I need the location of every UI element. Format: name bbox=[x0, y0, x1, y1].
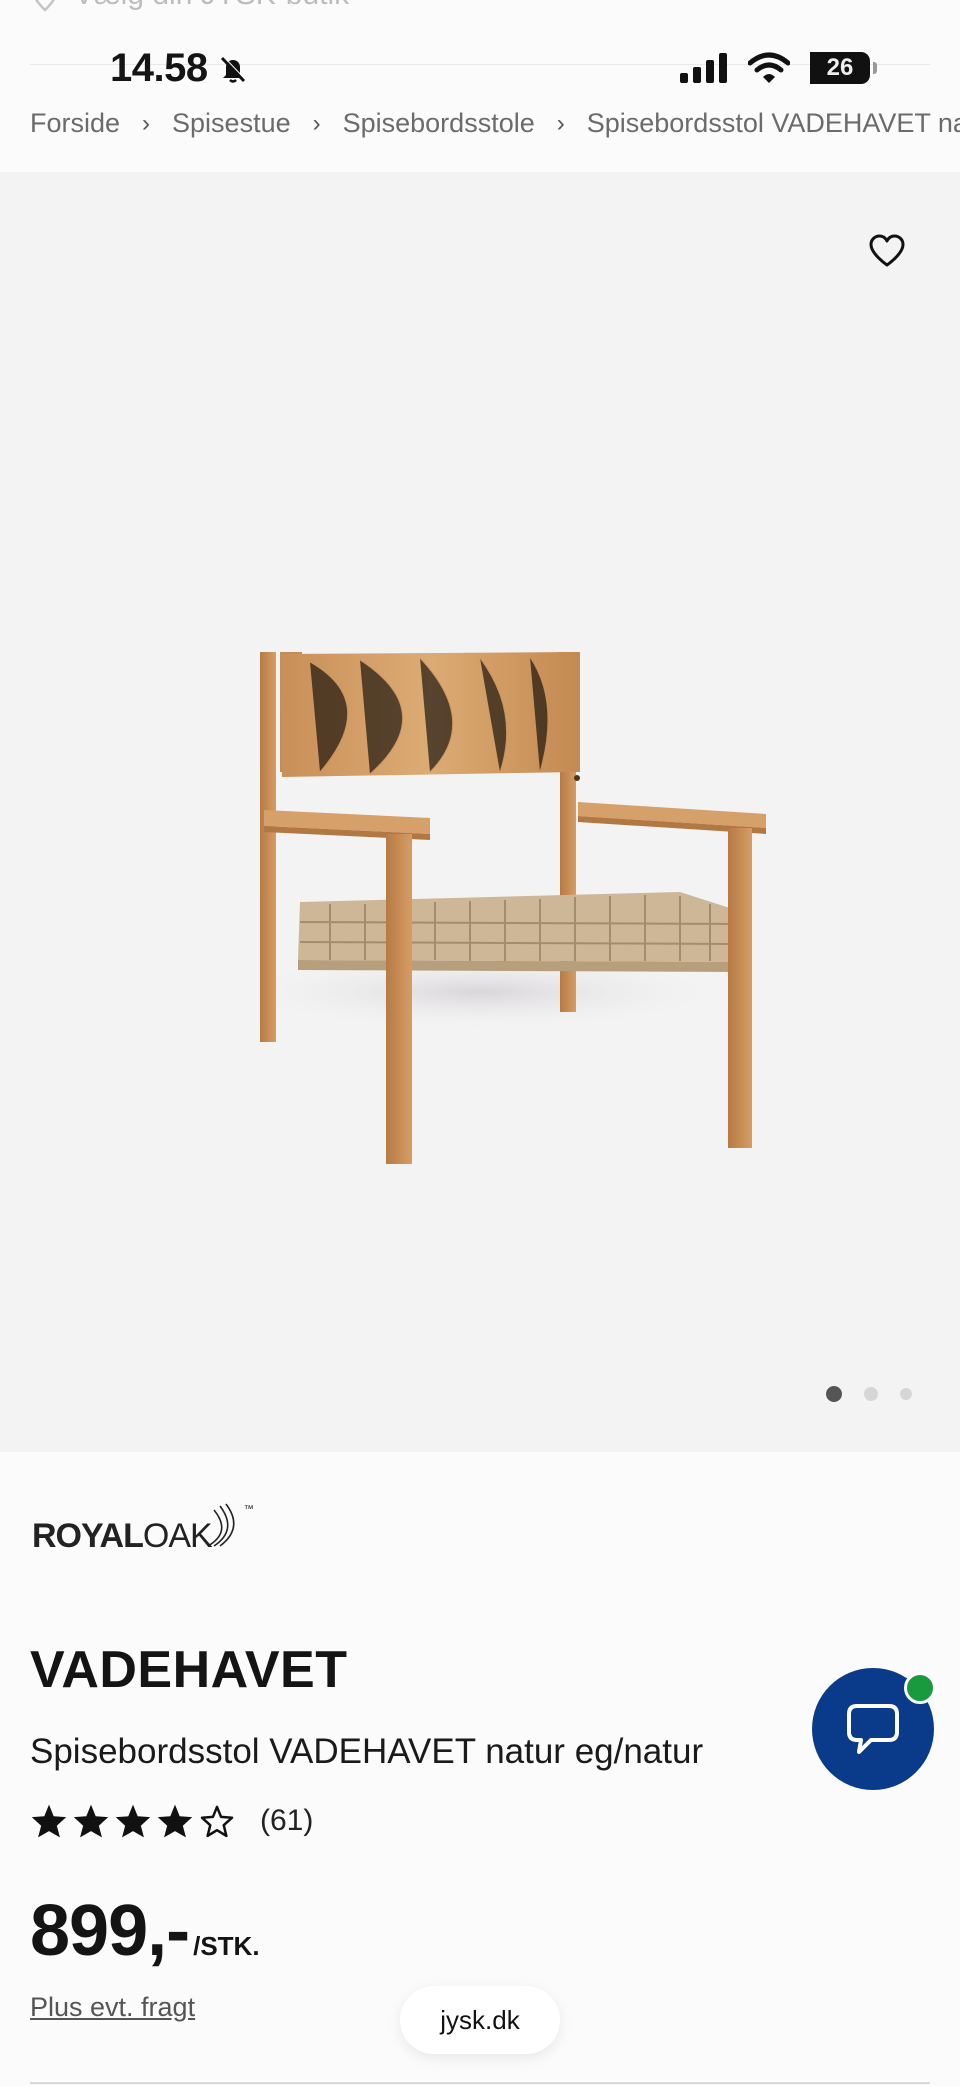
brand-trademark: ™ bbox=[243, 1504, 254, 1515]
star-empty-icon bbox=[200, 1805, 234, 1838]
store-selector-label: Vælg din JYSK-butik bbox=[74, 0, 349, 12]
product-price: 899,- /STK. bbox=[30, 1890, 260, 1972]
brand-logo-part2: OAK bbox=[142, 1517, 213, 1555]
brand-logo-part1: ROYAL bbox=[32, 1517, 144, 1555]
chair-product-image bbox=[220, 652, 766, 1164]
price-value: 899,- bbox=[30, 1891, 190, 1971]
chevron-right-icon: › bbox=[556, 109, 565, 137]
signal-icon bbox=[680, 53, 727, 83]
chevron-right-icon: › bbox=[142, 109, 151, 137]
brand-logo[interactable]: ROYAL OAK ™ bbox=[32, 1502, 254, 1556]
product-title: VADEHAVET bbox=[30, 1641, 348, 1699]
gallery-dot-2[interactable] bbox=[864, 1387, 878, 1401]
breadcrumb: Forside › Spisestue › Spisebordsstole › … bbox=[30, 108, 960, 139]
breadcrumb-current[interactable]: Spisebordsstol VADEHAVET natur eg/natur bbox=[587, 108, 960, 139]
section-divider bbox=[30, 2082, 930, 2084]
location-pin-icon bbox=[35, 0, 55, 12]
status-clock: 14.58 bbox=[110, 46, 248, 91]
star-filled-icon bbox=[115, 1804, 151, 1838]
product-rating[interactable]: (61) bbox=[30, 1803, 313, 1839]
store-selector[interactable]: Vælg din JYSK-butik bbox=[30, 0, 349, 12]
brand-swoosh-icon bbox=[207, 1503, 235, 1547]
status-indicators: 26 bbox=[680, 52, 877, 84]
product-subtitle: Spisebordsstol VADEHAVET natur eg/natur bbox=[30, 1732, 704, 1771]
gallery-pagination bbox=[826, 1386, 912, 1402]
shipping-note-link[interactable]: Plus evt. fragt bbox=[30, 1992, 195, 2023]
chat-bubble-icon bbox=[847, 1704, 899, 1754]
wifi-icon bbox=[748, 52, 790, 83]
breadcrumb-dining-chairs[interactable]: Spisebordsstole bbox=[343, 108, 535, 139]
bell-muted-icon bbox=[220, 56, 246, 83]
browser-url-pill[interactable]: jysk.dk bbox=[400, 1986, 560, 2054]
battery-indicator: 26 bbox=[810, 52, 877, 84]
star-filled-icon bbox=[73, 1804, 109, 1838]
price-unit: /STK. bbox=[193, 1931, 260, 1961]
star-filled-icon bbox=[31, 1804, 67, 1838]
gallery-dot-1[interactable] bbox=[826, 1386, 842, 1402]
chevron-right-icon: › bbox=[312, 109, 321, 137]
online-status-dot bbox=[904, 1672, 936, 1704]
status-time: 14.58 bbox=[110, 46, 208, 90]
breadcrumb-dining-room[interactable]: Spisestue bbox=[172, 108, 291, 139]
product-image-gallery[interactable] bbox=[0, 172, 960, 1452]
heart-icon[interactable] bbox=[868, 234, 906, 268]
rating-count: (61) bbox=[260, 1804, 314, 1837]
gallery-dot-3[interactable] bbox=[900, 1388, 912, 1400]
breadcrumb-home[interactable]: Forside bbox=[30, 108, 120, 139]
chat-button[interactable] bbox=[812, 1668, 936, 1790]
star-filled-icon bbox=[157, 1804, 193, 1838]
battery-level: 26 bbox=[826, 54, 854, 81]
